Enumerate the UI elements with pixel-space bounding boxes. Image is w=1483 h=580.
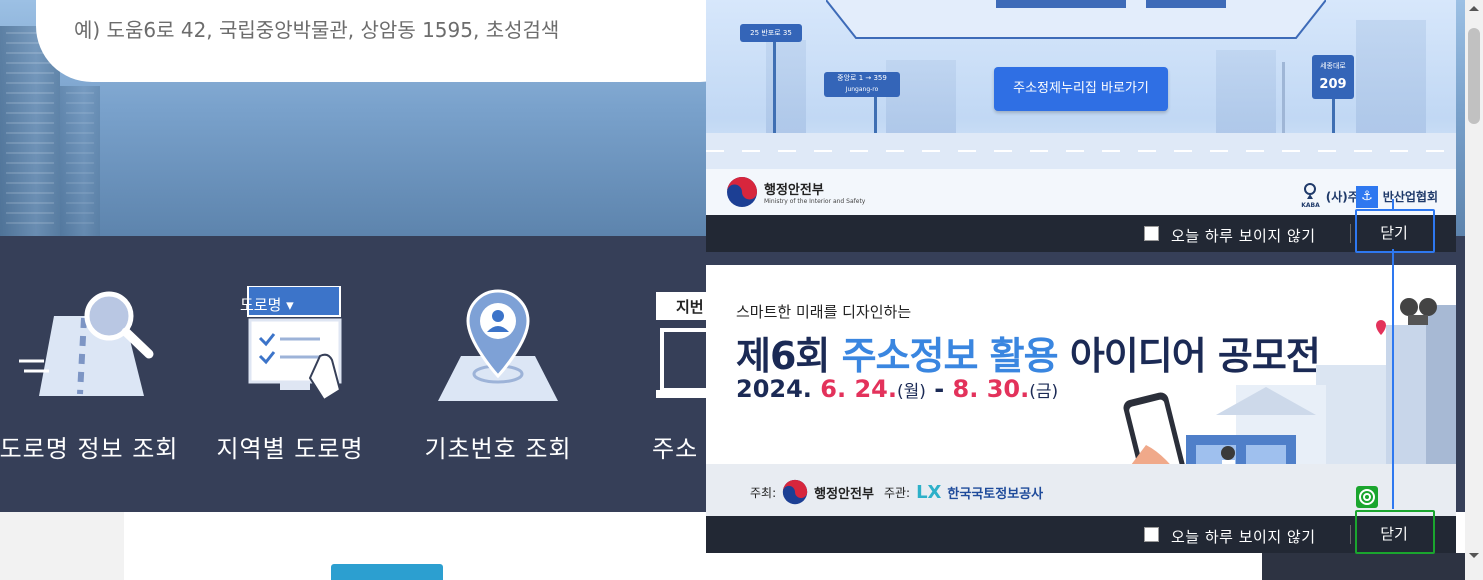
target-icon bbox=[1356, 486, 1378, 508]
footer-shadow bbox=[1262, 553, 1465, 580]
kaba-pin-icon: KABA bbox=[1301, 183, 1320, 209]
ministry-english-name: Ministry of the Interior and Safety bbox=[764, 198, 866, 205]
contest-subtitle: 스마트한 미래를 디자인하는 bbox=[736, 303, 912, 321]
road-sign: 중앙로 1 → 359 Jungang-ro bbox=[824, 72, 900, 97]
highlight-connector bbox=[1392, 249, 1394, 509]
dont-show-today-label[interactable]: 오늘 하루 보이지 않기 bbox=[1171, 225, 1316, 246]
popup-idea-contest: 스마트한 미래를 디자인하는 제6회 주소정보 활용 아이디어 공모전 2024… bbox=[706, 265, 1456, 553]
frame-illustration bbox=[826, 0, 1326, 39]
map-magnifier-icon bbox=[19, 291, 154, 396]
divider bbox=[1350, 224, 1351, 243]
anchor-icon: ⚓ bbox=[1356, 186, 1378, 208]
quick-menu-base-number[interactable]: 기초번호 조회 bbox=[406, 236, 590, 512]
dont-show-today-checkbox[interactable] bbox=[1144, 226, 1159, 241]
popup-footer: 오늘 하루 보이지 않기 닫기 bbox=[706, 215, 1456, 252]
host-label: 주최: bbox=[750, 485, 777, 500]
quick-menu-road-info[interactable]: 도로명 정보 조회 bbox=[0, 236, 182, 512]
organizer-info: 주최: 행정안전부 주관: LX 한국국토정보공사 bbox=[750, 479, 1043, 505]
highlight-box bbox=[1355, 510, 1435, 554]
divider bbox=[1350, 525, 1351, 544]
dont-show-today-label[interactable]: 오늘 하루 보이지 않기 bbox=[1171, 526, 1316, 547]
building-number-sign: 세종대로 209 bbox=[1312, 55, 1354, 99]
quick-menu-label: 도로명 정보 조회 bbox=[0, 435, 179, 463]
scroll-down-arrow-icon[interactable] bbox=[1469, 553, 1479, 558]
highlight-connector bbox=[1392, 199, 1394, 209]
quick-menu-label: 기초번호 조회 bbox=[424, 435, 572, 463]
lot-number-tag: 지번 bbox=[676, 298, 704, 316]
road-sign: 25 반포로 35 bbox=[740, 24, 802, 42]
building-illustration bbox=[766, 40, 806, 135]
popup-banner-image[interactable]: 25 반포로 35 중앙로 1 → 359 Jungang-ro 세종대로 20… bbox=[706, 0, 1456, 215]
search-input[interactable]: 예) 도움6로 42, 국립중앙박물관, 상암동 1595, 초성검색 bbox=[36, 0, 756, 82]
quick-menu-label: 지역별 도로명 bbox=[216, 435, 364, 463]
road-illustration bbox=[706, 133, 1456, 169]
kaba-name: (사)주 bbox=[1325, 189, 1359, 204]
content-tab[interactable] bbox=[331, 564, 443, 580]
highlight-box bbox=[1355, 209, 1435, 253]
scroll-up-arrow-icon[interactable] bbox=[1469, 6, 1479, 11]
popup-footer: 오늘 하루 보이지 않기 닫기 bbox=[706, 516, 1456, 553]
organizer-label: 주관: bbox=[883, 485, 911, 500]
road-name-tag: 도로명 ▾ bbox=[240, 296, 294, 314]
scrollbar-thumb[interactable] bbox=[1468, 28, 1480, 124]
sign-pole bbox=[773, 40, 776, 140]
ministry-logo: 행정안전부 Ministry of the Interior and Safet… bbox=[726, 176, 865, 208]
contest-period: 2024. 6. 24.(월) - 8. 30.(금) bbox=[736, 375, 1059, 403]
lx-logo: LX bbox=[916, 481, 942, 503]
ministry-name: 행정안전부 bbox=[764, 183, 824, 198]
popup-banner-image[interactable]: 스마트한 미래를 디자인하는 제6회 주소정보 활용 아이디어 공모전 2024… bbox=[706, 265, 1456, 516]
organizer-name: 한국국토정보공사 bbox=[947, 486, 1044, 502]
address-refinement-shortcut-button[interactable]: 주소정제누리집 바로가기 bbox=[994, 67, 1168, 111]
location-pin-icon bbox=[438, 289, 558, 401]
host-name: 행정안전부 bbox=[814, 486, 874, 502]
quick-menu-region-road[interactable]: 도로명 ▾ 지역별 도로명 bbox=[200, 236, 380, 512]
dont-show-today-checkbox[interactable] bbox=[1144, 527, 1159, 542]
content-sidebar bbox=[0, 512, 124, 580]
sign-pole bbox=[1332, 99, 1335, 135]
taegeuk-icon bbox=[727, 177, 757, 207]
building-illustration bbox=[1356, 20, 1426, 135]
vertical-scrollbar[interactable] bbox=[1465, 0, 1483, 580]
building-image bbox=[60, 86, 100, 236]
search-placeholder: 예) 도움6로 42, 국립중앙박물관, 상암동 1595, 초성검색 bbox=[74, 18, 560, 42]
taegeuk-icon bbox=[782, 479, 808, 505]
popup-address-refinement: 25 반포로 35 중앙로 1 → 359 Jungang-ro 세종대로 20… bbox=[706, 0, 1456, 252]
lamp-pole bbox=[1282, 62, 1285, 134]
building-illustration bbox=[1216, 50, 1276, 135]
